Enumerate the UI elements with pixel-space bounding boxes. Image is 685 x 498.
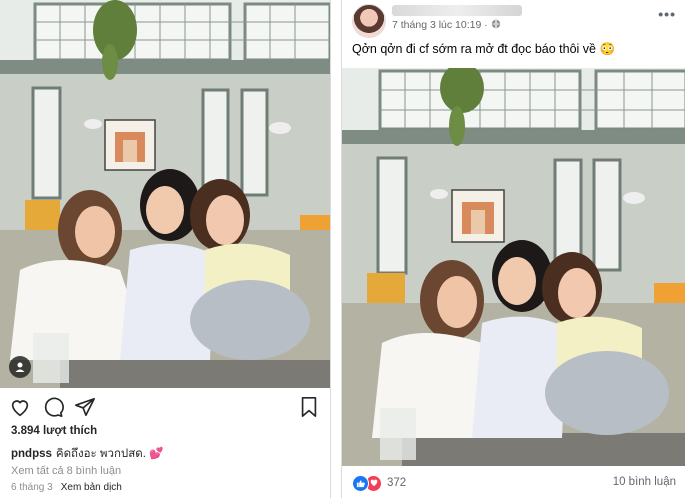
bookmark-icon[interactable] [298,396,320,418]
facebook-post: 7 tháng 3 lúc 10:19 · ••• Qởn qởn đi cf … [341,0,685,498]
caption: pndpss คิดถึงอะ พวกปสด. 💕 [11,445,163,463]
divider [331,0,341,498]
post-date: 6 tháng 3 [11,482,53,493]
likes-count[interactable]: 3.894 lượt thích [11,425,97,437]
more-options-button[interactable]: ••• [658,6,676,22]
caption-text: คิดถึงอะ พวกปสด. 💕 [55,448,164,460]
action-bar [0,396,330,418]
view-comments-link[interactable]: Xem tất cả 8 bình luận [11,465,121,477]
blurred-username [392,5,522,16]
reaction-count: 372 [387,477,407,489]
username[interactable]: pndpss [11,448,52,460]
post-text: Qởn qởn đi cf sớm ra mở đt đọc báo thôi … [352,42,616,56]
post-photo[interactable] [342,68,685,466]
globe-icon [491,19,501,31]
like-icon [352,474,369,492]
comments-count-link[interactable]: 10 bình luận [613,476,676,488]
user-tag-icon[interactable] [9,356,31,378]
avatar[interactable] [352,4,386,38]
post-timestamp[interactable]: 7 tháng 3 lúc 10:19 · [392,19,501,31]
heart-icon[interactable] [9,396,31,418]
instagram-post: 3.894 lượt thích pndpss คิดถึงอะ พวกปสด. … [0,0,331,498]
translate-link[interactable]: Xem bản dịch [61,482,122,493]
timestamp-text: 7 tháng 3 lúc 10:19 · [392,19,491,31]
reactions-summary[interactable]: 372 [352,474,407,492]
share-icon[interactable] [74,396,96,418]
comment-icon[interactable] [42,396,64,418]
post-meta: 6 tháng 3 Xem bản dịch [11,482,122,493]
post-photo[interactable] [0,0,330,388]
